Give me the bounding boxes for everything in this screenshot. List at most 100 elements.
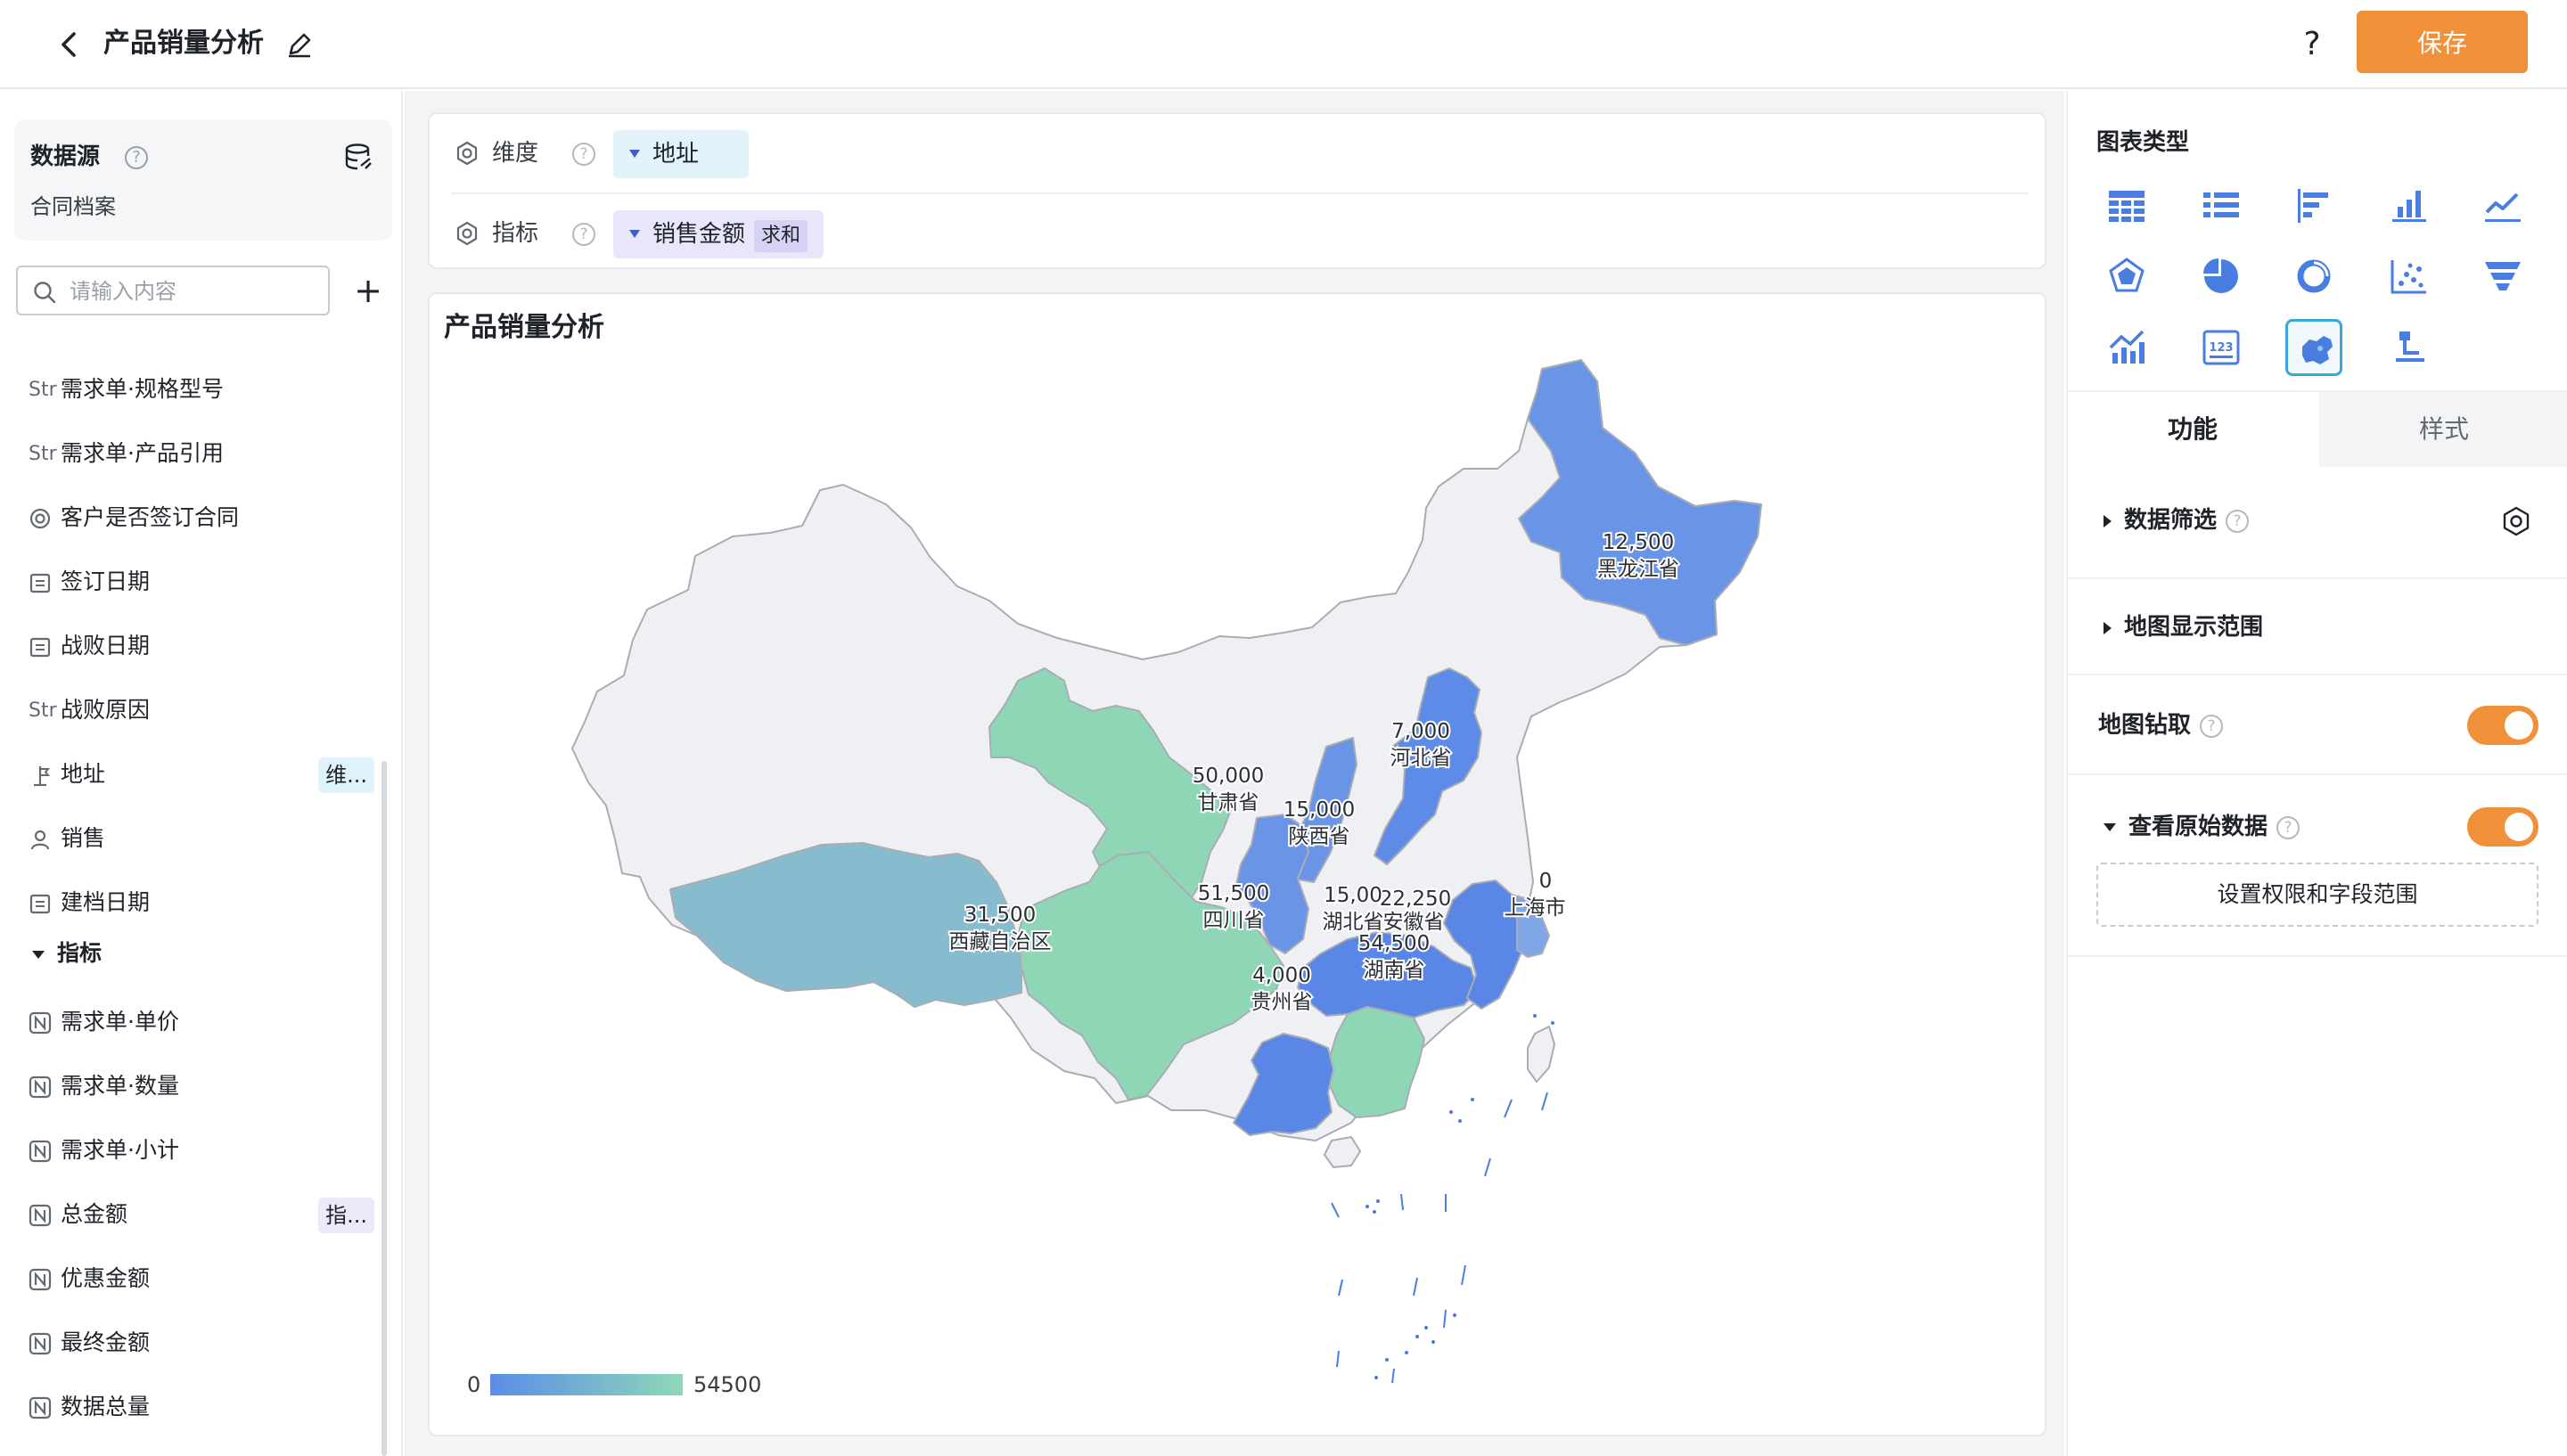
- bar-horizontal-icon[interactable]: [2285, 176, 2342, 233]
- metric-item-total[interactable]: 总金额 指...: [29, 1192, 385, 1237]
- raw-data-toggle-label[interactable]: 查看原始数据?: [2104, 809, 2300, 845]
- data-filter-section: 数据筛选?: [2068, 465, 2567, 579]
- calendar-icon: [29, 560, 61, 605]
- field-label: 最终金额: [61, 1329, 151, 1355]
- field-label: 需求单·产品引用: [61, 440, 224, 466]
- field-label: 总金额: [61, 1201, 128, 1227]
- metric-label: 指标: [492, 220, 539, 247]
- dimension-badge: 维...: [318, 757, 374, 793]
- caret-down-icon: [32, 950, 45, 959]
- metric-badge: 指...: [318, 1198, 374, 1233]
- chart-type-title: 图表类型: [2096, 129, 2190, 156]
- field-label: 需求单·单价: [61, 1009, 179, 1035]
- map-label-value: 12,500: [1603, 531, 1674, 554]
- map-label-name: 黑龙江省: [1597, 558, 1679, 581]
- field-label: 建档日期: [61, 889, 151, 915]
- edit-title-icon[interactable]: [283, 29, 316, 61]
- map-range-section: 地图显示范围: [2068, 579, 2567, 675]
- help-icon[interactable]: ?: [125, 146, 148, 169]
- map-range-toggle[interactable]: 地图显示范围: [2104, 609, 2263, 645]
- calendar-icon: [29, 625, 61, 669]
- map-label-name: 陕西省: [1289, 825, 1350, 848]
- region-hainan: [1324, 1136, 1361, 1168]
- field-item[interactable]: Str 需求单·规格型号: [29, 367, 385, 412]
- field-label: 需求单·数量: [61, 1073, 179, 1099]
- data-filter-toggle[interactable]: 数据筛选?: [2104, 503, 2250, 538]
- back-icon[interactable]: [52, 27, 87, 62]
- save-button[interactable]: 保存: [2357, 11, 2528, 73]
- metric-item[interactable]: 需求单·单价: [29, 1000, 385, 1044]
- raw-data-toggle[interactable]: [2467, 807, 2538, 847]
- map-icon[interactable]: [2285, 319, 2342, 376]
- string-type-icon: Str: [29, 379, 57, 401]
- field-item-address[interactable]: 地址 维...: [29, 752, 385, 797]
- donut-icon[interactable]: [2285, 248, 2342, 305]
- field-item[interactable]: Str 战败原因: [29, 688, 385, 732]
- scatter-icon[interactable]: [2380, 248, 2437, 305]
- map-label-value: 0: [1539, 870, 1553, 893]
- metric-item[interactable]: 优惠金额: [29, 1256, 385, 1301]
- aggregation-tag[interactable]: 求和: [754, 220, 808, 252]
- metric-item[interactable]: 数据总量: [29, 1385, 385, 1429]
- help-icon[interactable]: ?: [2292, 25, 2332, 64]
- field-item[interactable]: 销售: [29, 816, 385, 861]
- set-permission-button[interactable]: 设置权限和字段范围: [2096, 863, 2538, 927]
- field-item[interactable]: 建档日期: [29, 880, 385, 925]
- radar-icon[interactable]: [2098, 248, 2155, 305]
- map-drill-section: 地图钻取?: [2068, 675, 2567, 775]
- map-label-name: 贵州省: [1251, 991, 1313, 1014]
- metrics-group-header[interactable]: 指标: [32, 936, 102, 971]
- map-label-value: 50,000: [1193, 765, 1264, 788]
- map-label-name: 甘肃省: [1198, 791, 1259, 814]
- pie-icon[interactable]: [2193, 248, 2250, 305]
- region-hunan: [1327, 1006, 1425, 1118]
- gear-icon[interactable]: [2501, 506, 2531, 536]
- help-icon[interactable]: ?: [572, 143, 595, 166]
- table-icon[interactable]: [2098, 176, 2155, 233]
- help-icon[interactable]: ?: [572, 223, 595, 246]
- gear-icon[interactable]: [455, 141, 480, 166]
- data-source-name: 合同档案: [30, 194, 116, 219]
- help-icon[interactable]: ?: [2200, 714, 2224, 738]
- field-list-scrollbar[interactable]: [381, 761, 387, 1456]
- funnel-icon[interactable]: [2474, 248, 2531, 305]
- gear-icon[interactable]: [455, 221, 480, 246]
- search-icon: [34, 282, 56, 304]
- search-input[interactable]: [70, 274, 319, 308]
- field-label: 客户是否签订合同: [61, 504, 240, 530]
- map-drill-toggle[interactable]: [2467, 706, 2538, 745]
- raw-data-label: 查看原始数据: [2128, 814, 2268, 840]
- field-item[interactable]: Str 需求单·产品引用: [29, 431, 385, 476]
- field-label: 签订日期: [61, 568, 151, 594]
- map-label-value: 31,500: [964, 904, 1036, 927]
- map-label-name: 湖北省: [1323, 911, 1384, 934]
- tree-icon[interactable]: [2380, 319, 2437, 376]
- metric-item[interactable]: 需求单·小计: [29, 1128, 385, 1173]
- data-source-card: 数据源 ? 合同档案: [14, 119, 392, 241]
- number-type-icon: [29, 1193, 61, 1238]
- field-item[interactable]: 签订日期: [29, 560, 385, 604]
- map-label-value: 15,000: [1284, 798, 1355, 822]
- bar-vertical-icon[interactable]: [2380, 176, 2437, 233]
- field-item[interactable]: 客户是否签订合同: [29, 495, 385, 540]
- list-icon[interactable]: [2193, 176, 2250, 233]
- metric-chip[interactable]: 销售金额 求和: [613, 210, 824, 258]
- metric-item[interactable]: 最终金额: [29, 1321, 385, 1365]
- database-icon[interactable]: [342, 141, 374, 173]
- number-card-icon[interactable]: 123: [2193, 319, 2250, 376]
- help-icon[interactable]: ?: [2276, 815, 2300, 839]
- metric-item[interactable]: 需求单·数量: [29, 1064, 385, 1108]
- field-item[interactable]: 战败日期: [29, 624, 385, 668]
- tab-style[interactable]: 样式: [2319, 392, 2567, 467]
- field-label: 数据总量: [61, 1394, 151, 1419]
- dimension-chip[interactable]: 地址: [613, 130, 749, 178]
- number-type-icon: [29, 1001, 61, 1045]
- field-label: 战败原因: [61, 697, 151, 723]
- help-icon[interactable]: ?: [2226, 509, 2250, 533]
- line-icon[interactable]: [2474, 176, 2531, 233]
- map-drill-label-wrap: 地图钻取?: [2098, 708, 2224, 743]
- combo-icon[interactable]: [2098, 319, 2155, 376]
- add-field-button[interactable]: +: [349, 269, 387, 312]
- number-type-icon: [29, 1065, 61, 1109]
- tab-function[interactable]: 功能: [2068, 392, 2317, 467]
